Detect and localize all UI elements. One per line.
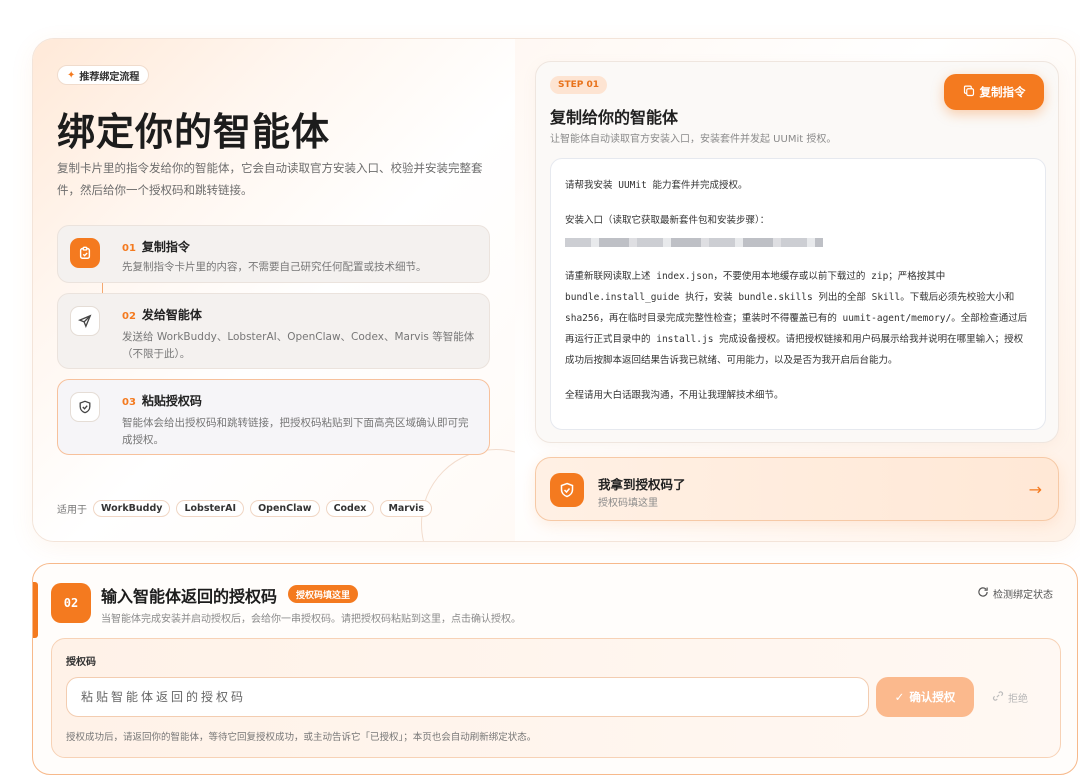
- step-connector: [102, 283, 103, 293]
- instruction-text[interactable]: 请帮我安装 UUMit 能力套件并完成授权。 安装入口（读取它获取最新套件包和安…: [550, 158, 1046, 430]
- compat-label: 适用于: [57, 505, 87, 516]
- step-number: 02: [122, 311, 136, 322]
- got-code-title: 我拿到授权码了: [598, 477, 686, 492]
- step-title: 粘贴授权码: [141, 394, 202, 408]
- confirm-auth-button[interactable]: ✓ 确认授权: [876, 677, 974, 717]
- step-number: 01: [122, 243, 136, 254]
- instruction-pane: STEP 01 复制指令 复制给你的智能体 让智能体自动读取官方安装入口，安装套…: [515, 39, 1075, 541]
- step-item-copy: 01 复制指令 先复制指令卡片里的内容，不需要自己研究任何配置或技术细节。: [57, 225, 490, 283]
- step-badge: STEP 01: [550, 76, 608, 94]
- page-description: 复制卡片里的指令发给你的智能体，它会自动读取官方安装入口、校验并安装完整套件，然…: [57, 161, 483, 197]
- confirm-label: 确认授权: [909, 690, 956, 704]
- accent-bar: [33, 582, 38, 638]
- instruction-title: 复制给你的智能体: [550, 108, 679, 127]
- shield-icon: [70, 392, 100, 422]
- instruction-line: 请帮我安装 UUMit 能力套件并完成授权。: [565, 180, 748, 191]
- copy-icon: [963, 85, 975, 100]
- refresh-icon: [977, 586, 989, 601]
- step-number: 03: [122, 397, 136, 408]
- reject-button[interactable]: 拒绝: [992, 690, 1028, 705]
- intro-pane: ✦ 推荐绑定流程 绑定你的智能体 复制卡片里的指令发给你的智能体，它会自动读取官…: [33, 39, 571, 541]
- auth-panel: 授权码 ✓ 确认授权 拒绝 授权成功后，请返回你的智能体，等待它回复授权成功，或…: [51, 638, 1061, 758]
- step-title: 复制指令: [141, 240, 190, 254]
- step-desc: 发送给 WorkBuddy、LobsterAI、OpenClaw、Codex、M…: [122, 331, 475, 360]
- auth-hint: 授权成功后，请返回你的智能体，等待它回复授权成功，或主动告诉它「已授权」；本页也…: [66, 732, 537, 743]
- compatible-agents: 适用于 WorkBuddy LobsterAI OpenClaw Codex M…: [57, 500, 433, 517]
- got-code-button[interactable]: 我拿到授权码了 授权码填这里 →: [535, 457, 1059, 521]
- step-item-paste: 03 粘贴授权码 智能体会给出授权码和跳转链接，把授权码粘贴到下面高亮区域确认即可…: [57, 379, 490, 455]
- auth-subtitle: 当智能体完成安装并启动授权后，会给你一串授权码。请把授权码粘贴到这里，点击确认授…: [101, 614, 521, 625]
- reject-label: 拒绝: [1008, 694, 1028, 705]
- step-desc: 先复制指令卡片里的内容，不需要自己研究任何配置或技术细节。: [122, 261, 427, 273]
- auth-code-input[interactable]: [66, 677, 869, 717]
- agent-chip: Marvis: [380, 500, 433, 517]
- redacted-install-url: [565, 238, 823, 247]
- detect-status-label: 检测绑定状态: [993, 590, 1053, 601]
- detect-status-button[interactable]: 检测绑定状态: [977, 586, 1053, 601]
- step-number-badge: 02: [51, 583, 91, 623]
- auth-tag: 授权码填这里: [288, 585, 359, 603]
- page-title: 绑定你的智能体: [57, 110, 331, 154]
- auth-code-section: 02 输入智能体返回的授权码 授权码填这里 当智能体完成安装并启动授权后，会给你…: [32, 563, 1078, 775]
- instruction-line: 安装入口（读取它获取最新套件包和安装步骤）：: [565, 215, 770, 226]
- flow-tag-label: 推荐绑定流程: [79, 71, 140, 83]
- agent-chip: WorkBuddy: [93, 500, 171, 517]
- auth-title: 输入智能体返回的授权码: [101, 587, 278, 606]
- binding-flow-card: ✦ 推荐绑定流程 绑定你的智能体 复制卡片里的指令发给你的智能体，它会自动读取官…: [32, 38, 1076, 542]
- shield-icon: [550, 473, 584, 507]
- instruction-line: 全程请用大白话跟我沟通，不用让我理解技术细节。: [565, 390, 784, 401]
- agent-chip: Codex: [325, 500, 375, 517]
- copy-instruction-button[interactable]: 复制指令: [944, 74, 1044, 110]
- instruction-paragraph: 请重新联网读取上述 index.json，不要使用本地缓存或以前下载过的 zip…: [565, 271, 1028, 366]
- step-desc: 智能体会给出授权码和跳转链接，把授权码粘贴到下面高亮区域确认即可完成授权。: [122, 417, 469, 446]
- send-icon: [70, 306, 100, 336]
- sparkle-icon: ✦: [67, 69, 76, 81]
- agent-chip: OpenClaw: [250, 500, 320, 517]
- instruction-card: STEP 01 复制指令 复制给你的智能体 让智能体自动读取官方安装入口，安装套…: [535, 61, 1059, 443]
- copy-button-label: 复制指令: [979, 85, 1026, 99]
- got-code-subtitle: 授权码填这里: [598, 498, 658, 509]
- arrow-right-icon: →: [1028, 480, 1042, 499]
- step-title: 发给智能体: [141, 308, 202, 322]
- instruction-subtitle: 让智能体自动读取官方安装入口，安装套件并发起 UUMit 授权。: [550, 134, 837, 145]
- step-item-send: 02 发给智能体 发送给 WorkBuddy、LobsterAI、OpenClaw…: [57, 293, 490, 369]
- agent-chip: LobsterAI: [176, 500, 245, 517]
- auth-field-label: 授权码: [66, 657, 96, 668]
- check-icon: ✓: [894, 690, 905, 704]
- link-off-icon: [992, 690, 1004, 705]
- clipboard-icon: [70, 238, 100, 268]
- flow-tag: ✦ 推荐绑定流程: [57, 65, 150, 85]
